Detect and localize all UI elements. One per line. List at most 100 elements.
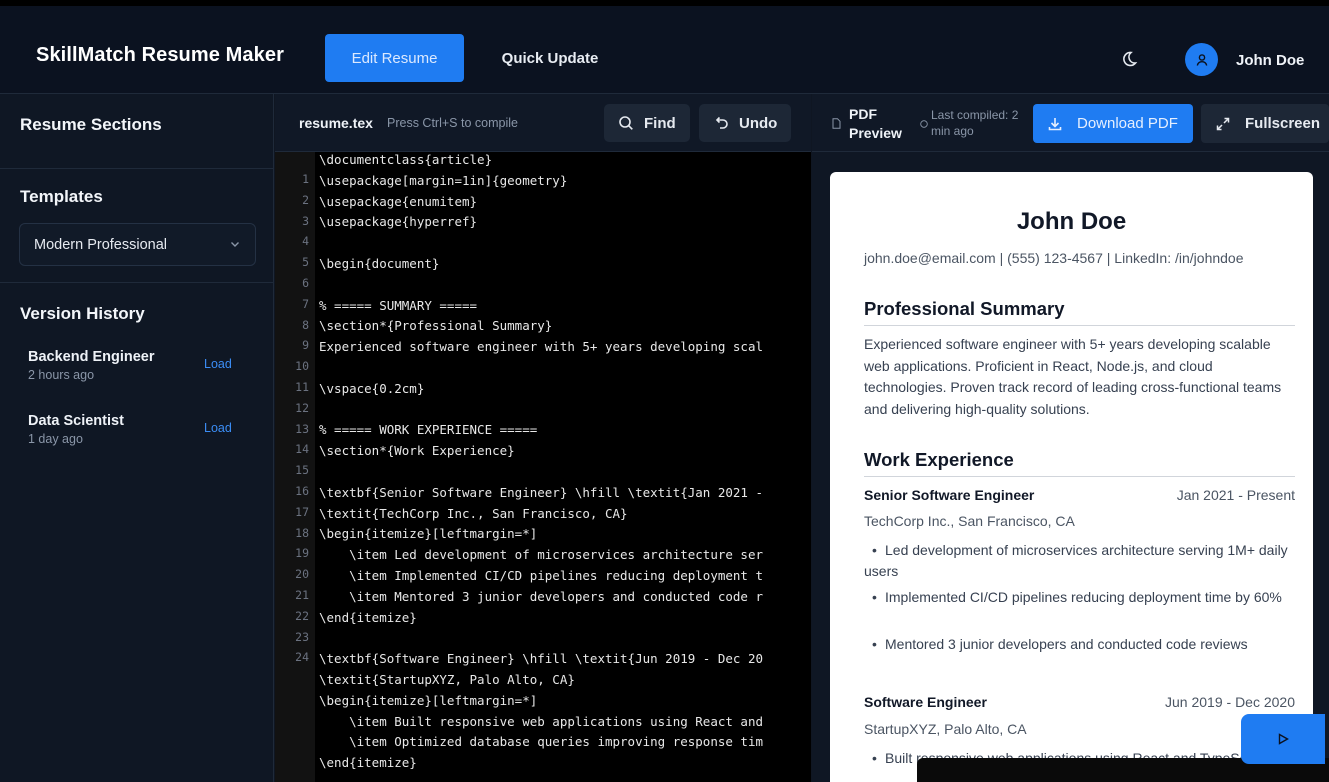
preview-toolbar: PDF Preview Last compiled: 2 min ago Dow… xyxy=(812,94,1329,152)
edit-resume-button[interactable]: Edit Resume xyxy=(325,34,464,82)
expand-icon xyxy=(1216,117,1230,130)
app-header: SkillMatch Resume Maker Edit Resume Quic… xyxy=(0,0,1329,94)
code-line: \item Implemented CI/CD pipelines reduci… xyxy=(319,568,764,583)
undo-icon xyxy=(715,116,728,129)
line-number: 5 xyxy=(302,255,309,270)
editor-toolbar: resume.tex Press Ctrl+S to compile Find … xyxy=(275,94,811,152)
line-number: 10 xyxy=(295,359,309,374)
code-line: \textbf{Senior Software Engineer} \hfill… xyxy=(319,484,764,500)
resume-paper: John Doe john.doe@email.com | (555) 123-… xyxy=(830,172,1313,782)
last-compiled-status: Last compiled: 2 min ago xyxy=(931,108,1019,138)
job-bullet: Led development of microservices archite… xyxy=(864,540,1289,582)
document-icon xyxy=(832,118,841,129)
line-number: 3 xyxy=(302,213,309,228)
preview-title: PDF Preview xyxy=(849,106,902,141)
chevron-down-icon xyxy=(231,242,239,247)
code-line: \item Led development of microservices a… xyxy=(319,547,764,563)
summary-text: Experienced software engineer with 5+ ye… xyxy=(864,336,1282,417)
download-pdf-button[interactable]: Download PDF xyxy=(1033,104,1193,143)
summary-heading: Professional Summary xyxy=(864,298,1295,326)
version-history-title: Version History xyxy=(20,304,145,323)
code-line: \begin{itemize}[leftmargin=*] xyxy=(319,526,538,542)
resume-sections-title[interactable]: Resume Sections xyxy=(20,115,162,135)
template-select[interactable]: Modern Professional xyxy=(19,223,256,266)
job-bullet: Mentored 3 junior developers and conduct… xyxy=(864,634,1289,655)
sidebar: Resume Sections Templates Modern Profess… xyxy=(0,94,274,782)
undo-button[interactable]: Undo xyxy=(699,104,791,142)
line-number: 12 xyxy=(295,400,309,415)
download-icon xyxy=(1048,117,1062,130)
code-line: \textit{TechCorp Inc., San Francisco, CA… xyxy=(319,505,628,521)
resume-contact: john.doe@email.com | (555) 123-4567 | Li… xyxy=(864,250,1244,266)
play-icon xyxy=(1278,733,1289,745)
fullscreen-label: Fullscreen xyxy=(1245,115,1321,132)
find-label: Find xyxy=(644,114,676,132)
code-textarea[interactable]: 1 2 3 4 5 6 7 8 9 10 11 12 13 14 15 16 17 18 19 20 21 22 23 24 … xyxy=(275,152,811,782)
job-company: TechCorp Inc., San Francisco, CA xyxy=(864,513,1075,529)
line-number: 7 xyxy=(302,296,309,311)
quick-update-button[interactable]: Quick Update xyxy=(490,34,610,82)
version-item: Backend Engineer 2 hours ago Load xyxy=(28,349,258,382)
code-line: \end{itemize} xyxy=(319,755,417,771)
job-dates: Jun 2019 - Dec 2020 xyxy=(1165,694,1295,710)
compile-hint: Press Ctrl+S to compile xyxy=(387,116,518,130)
line-number: 15 xyxy=(295,463,309,478)
code-line: \section*{Work Experience} xyxy=(319,443,515,459)
code-line: \item Optimized database queries improvi… xyxy=(319,734,764,750)
code-line: \begin{document} xyxy=(319,256,440,271)
load-version-button[interactable]: Load xyxy=(204,357,232,371)
job-dates: Jan 2021 - Present xyxy=(1176,487,1295,503)
line-number-gutter: 1 2 3 4 5 6 7 8 9 10 11 12 13 14 15 16 17 18 19 20 21 22 23 24 xyxy=(275,152,315,782)
user-name[interactable]: John Doe xyxy=(1236,52,1304,69)
user-icon xyxy=(1196,53,1207,66)
line-number: 2 xyxy=(302,192,309,207)
code-line: \item Built responsive web applications … xyxy=(319,713,764,729)
job-title: Senior Software Engineer xyxy=(864,487,1035,503)
line-number: 8 xyxy=(302,317,309,332)
compile-float-button[interactable] xyxy=(1241,714,1325,764)
code-line: \documentclass{article} xyxy=(319,152,493,167)
line-number: 13 xyxy=(295,421,309,436)
file-name: resume.tex xyxy=(299,115,373,131)
search-icon xyxy=(619,116,633,130)
moon-icon[interactable] xyxy=(1120,50,1138,68)
code-line: \item Mentored 3 junior developers and c… xyxy=(319,588,764,604)
line-number: 11 xyxy=(295,380,309,394)
find-button[interactable]: Find xyxy=(604,104,690,142)
line-number: 20 xyxy=(295,567,309,582)
avatar[interactable] xyxy=(1185,43,1218,76)
code-line: \begin{itemize}[leftmargin=*] xyxy=(319,692,538,708)
line-number: 22 xyxy=(295,608,309,623)
code-line: \usepackage[margin=1in]{geometry} xyxy=(319,172,568,188)
line-number: 18 xyxy=(295,525,309,540)
experience-heading: Work Experience xyxy=(864,449,1295,477)
fullscreen-button[interactable]: Fullscreen xyxy=(1201,104,1329,143)
code-line: Experienced software engineer with 5+ ye… xyxy=(319,339,764,355)
line-number: 21 xyxy=(295,588,309,602)
brand-title: SkillMatch Resume Maker xyxy=(36,44,284,66)
line-number: 23 xyxy=(295,629,309,644)
code-line: \usepackage{hyperref} xyxy=(319,214,478,230)
code-line: % ===== SUMMARY ===== xyxy=(319,297,478,313)
version-item: Data Scientist 1 day ago Load xyxy=(28,413,258,446)
resume-name: John Doe xyxy=(1016,208,1127,235)
line-number: 16 xyxy=(295,484,309,498)
code-line: % ===== WORK EXPERIENCE ===== xyxy=(319,422,538,438)
code-line: \textit{StartupXYZ, Palo Alto, CA} xyxy=(319,672,575,687)
download-pdf-label: Download PDF xyxy=(1077,115,1178,132)
code-line: \vspace{0.2cm} xyxy=(319,380,425,396)
line-number: 4 xyxy=(302,234,309,249)
code-editor-panel: resume.tex Press Ctrl+S to compile Find … xyxy=(275,94,811,782)
resume-sections-panel: Resume Sections xyxy=(0,94,274,169)
line-number: 17 xyxy=(295,504,309,519)
clock-icon xyxy=(920,120,928,128)
template-select-value: Modern Professional xyxy=(34,237,167,253)
job-company: StartupXYZ, Palo Alto, CA xyxy=(864,721,1027,737)
pdf-preview-panel: PDF Preview Last compiled: 2 min ago Dow… xyxy=(812,94,1329,782)
line-number: 14 xyxy=(295,442,309,457)
code-line: \section*{Professional Summary} xyxy=(319,318,553,334)
line-number: 1 xyxy=(302,172,309,186)
code-line: \usepackage{enumitem} xyxy=(319,193,478,209)
undo-label: Undo xyxy=(739,114,778,132)
load-version-button[interactable]: Load xyxy=(204,421,232,435)
